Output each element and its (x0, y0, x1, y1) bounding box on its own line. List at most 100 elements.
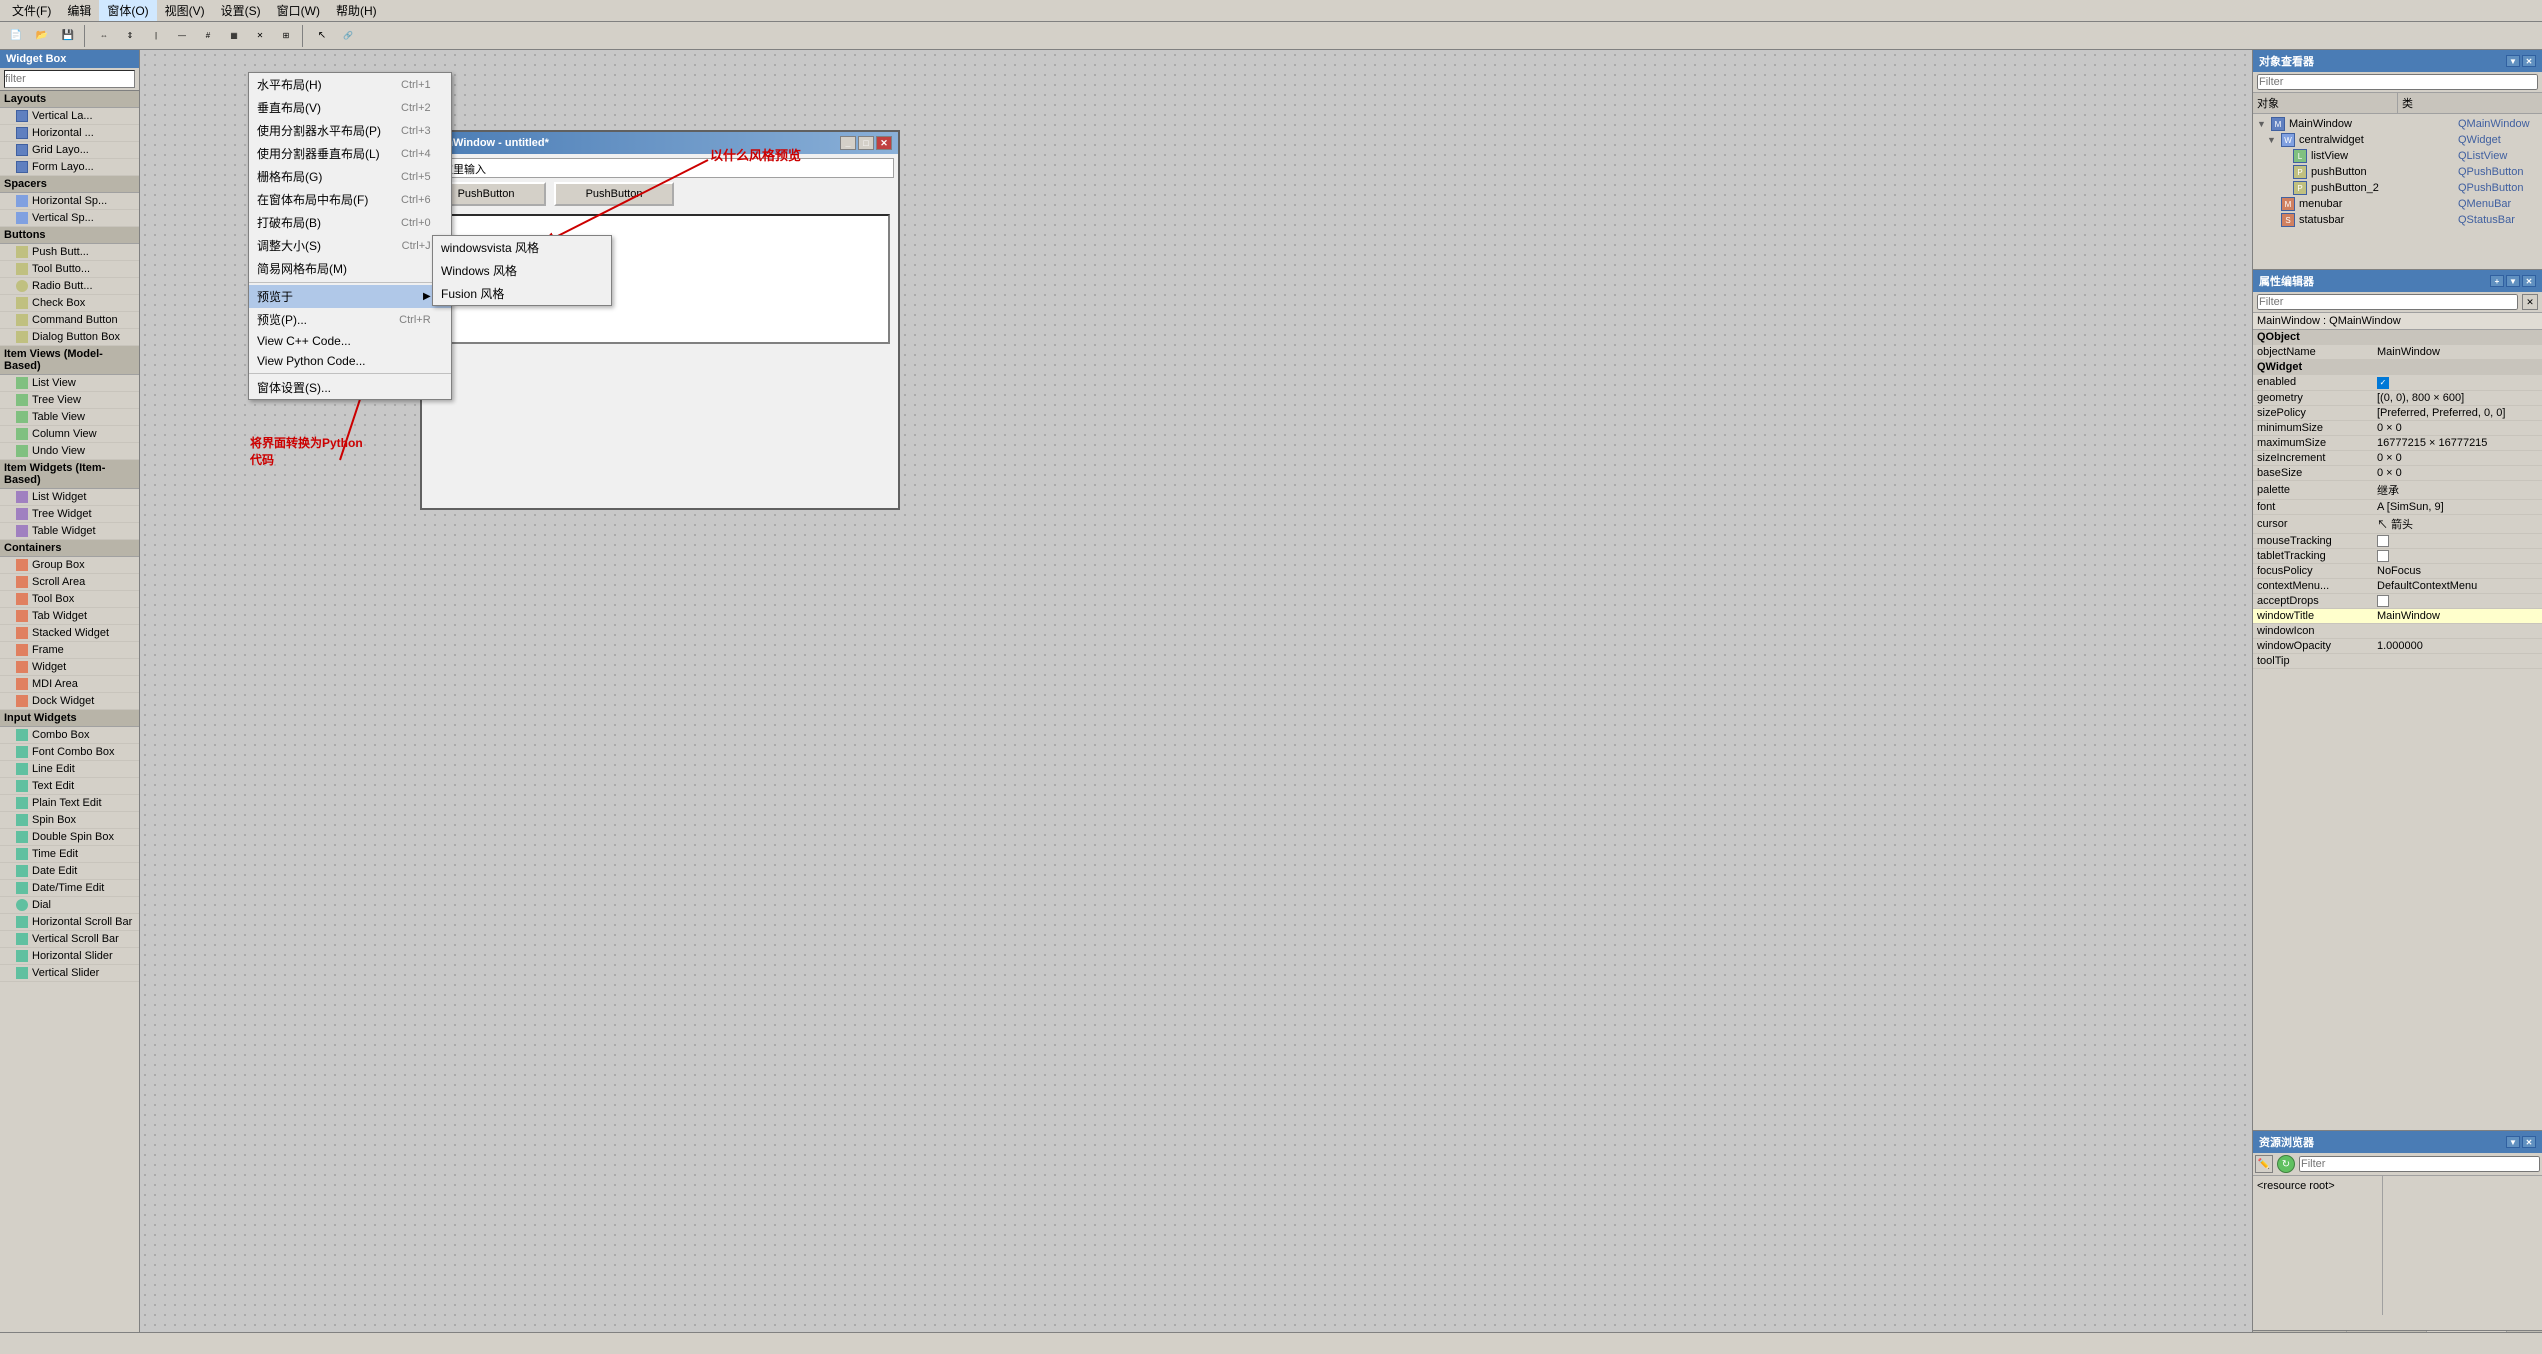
prop-row-objectname[interactable]: objectName MainWindow (2253, 345, 2542, 360)
widget-plain-text-edit[interactable]: Plain Text Edit (0, 795, 139, 812)
toolbar-open[interactable]: 📂 (30, 25, 54, 47)
prop-row-focuspolicy[interactable]: focusPolicy NoFocus (2253, 563, 2542, 578)
widget-widget[interactable]: Widget (0, 659, 139, 676)
widget-undo-view[interactable]: Undo View (0, 443, 139, 460)
widget-spin-box[interactable]: Spin Box (0, 812, 139, 829)
widget-frame[interactable]: Frame (0, 642, 139, 659)
win-maximize-btn[interactable]: □ (858, 136, 874, 150)
mousetracking-check[interactable] (2377, 535, 2389, 547)
submenu-fusion[interactable]: Fusion 风格 (433, 282, 611, 305)
prop-row-minsize[interactable]: minimumSize 0 × 0 (2253, 420, 2542, 435)
tablettracking-check[interactable] (2377, 550, 2389, 562)
widget-tree-widget[interactable]: Tree Widget (0, 506, 139, 523)
prop-row-mousetracking[interactable]: mouseTracking (2253, 533, 2542, 548)
enabled-checkbox[interactable]: ✓ (2377, 377, 2389, 389)
toolbar-break-layout[interactable]: ✕ (248, 25, 272, 47)
widget-form-layout[interactable]: Form Layo... (0, 159, 139, 176)
toolbar-pointer[interactable]: ↖ (310, 25, 334, 47)
toolbar-layout-form[interactable]: ▦ (222, 25, 246, 47)
widget-table-view[interactable]: Table View (0, 409, 139, 426)
widget-h-spacer[interactable]: Horizontal Sp... (0, 193, 139, 210)
widget-dial[interactable]: Dial (0, 897, 139, 914)
widget-tool-box[interactable]: Tool Box (0, 591, 139, 608)
toolbar-save[interactable]: 💾 (56, 25, 80, 47)
widget-time-edit[interactable]: Time Edit (0, 846, 139, 863)
prop-row-cursor[interactable]: cursor ↖ 箭头 (2253, 514, 2542, 533)
toolbar-layout-split-h[interactable]: | (144, 25, 168, 47)
obj-inspector-float-btn[interactable]: ▼ (2506, 55, 2520, 67)
prop-row-sizeincrement[interactable]: sizeIncrement 0 × 0 (2253, 450, 2542, 465)
widget-v-spacer[interactable]: Vertical Sp... (0, 210, 139, 227)
widget-double-spin-box[interactable]: Double Spin Box (0, 829, 139, 846)
menu-item-form-layout[interactable]: 在窗体布局中布局(F) Ctrl+6 (249, 188, 451, 211)
toolbar-layout-v[interactable]: ⇕ (118, 25, 142, 47)
resource-refresh-btn[interactable]: ↻ (2277, 1155, 2295, 1173)
menu-item-view-python[interactable]: View Python Code... (249, 351, 451, 371)
menu-file[interactable]: 文件(F) (4, 0, 59, 21)
toolbar-connect[interactable]: 🔗 (336, 25, 360, 47)
widget-font-combo-box[interactable]: Font Combo Box (0, 744, 139, 761)
tree-row-menubar[interactable]: M menubar QMenuBar (2255, 196, 2540, 212)
widget-list-widget[interactable]: List Widget (0, 489, 139, 506)
prop-editor-close-btn[interactable]: ✕ (2522, 275, 2536, 287)
prop-row-contextmenu[interactable]: contextMenu... DefaultContextMenu (2253, 578, 2542, 593)
menu-item-h-layout[interactable]: 水平布局(H) Ctrl+1 (249, 73, 451, 96)
canvas-area[interactable]: MainWindow - untitled* _ □ ✕ 在这里输入 PushB… (140, 50, 2252, 1354)
widget-group-box[interactable]: Group Box (0, 557, 139, 574)
widget-filter-input[interactable] (4, 70, 135, 88)
prop-filter-input[interactable] (2257, 294, 2518, 310)
widget-h-scrollbar[interactable]: Horizontal Scroll Bar (0, 914, 139, 931)
object-filter-input[interactable] (2257, 74, 2538, 90)
prop-row-tooltip[interactable]: toolTip (2253, 653, 2542, 668)
tree-row-mainwindow[interactable]: ▼ M MainWindow QMainWindow (2255, 116, 2540, 132)
toolbar-new[interactable]: 📄 (4, 25, 28, 47)
toolbar-adjust-size[interactable]: ⊞ (274, 25, 298, 47)
prop-row-basesize[interactable]: baseSize 0 × 0 (2253, 465, 2542, 480)
widget-tab-widget[interactable]: Tab Widget (0, 608, 139, 625)
menu-item-simple-grid[interactable]: 简易网格布局(M) (249, 257, 451, 280)
resource-filter-input[interactable] (2299, 1156, 2540, 1172)
tree-row-listview[interactable]: L listView QListView (2255, 148, 2540, 164)
menu-view[interactable]: 视图(V) (157, 0, 213, 21)
prop-row-sizepolicy[interactable]: sizePolicy [Preferred, Preferred, 0, 0] (2253, 405, 2542, 420)
push-button-2[interactable]: PushButton (554, 182, 674, 206)
prop-row-geometry[interactable]: geometry [(0, 0), 800 × 600] (2253, 390, 2542, 405)
prop-row-palette[interactable]: palette 继承 (2253, 480, 2542, 499)
prop-editor-plus-btn[interactable]: + (2490, 275, 2504, 287)
widget-stacked-widget[interactable]: Stacked Widget (0, 625, 139, 642)
tree-row-statusbar[interactable]: S statusbar QStatusBar (2255, 212, 2540, 228)
toolbar-layout-grid[interactable]: # (196, 25, 220, 47)
widget-dock-widget[interactable]: Dock Widget (0, 693, 139, 710)
tree-row-centralwidget[interactable]: ▼ W centralwidget QWidget (2255, 132, 2540, 148)
main-window-widget[interactable]: MainWindow - untitled* _ □ ✕ 在这里输入 PushB… (420, 130, 900, 510)
menu-item-adjust-size[interactable]: 调整大小(S) Ctrl+J (249, 234, 451, 257)
win-close-btn[interactable]: ✕ (876, 136, 892, 150)
win-minimize-btn[interactable]: _ (840, 136, 856, 150)
widget-push-button[interactable]: Push Butt... (0, 244, 139, 261)
menu-item-v-layout[interactable]: 垂直布局(V) Ctrl+2 (249, 96, 451, 119)
widget-mdi-area[interactable]: MDI Area (0, 676, 139, 693)
resource-close-btn[interactable]: ✕ (2522, 1136, 2536, 1148)
widget-table-widget[interactable]: Table Widget (0, 523, 139, 540)
widget-combo-box[interactable]: Combo Box (0, 727, 139, 744)
widget-horizontal-layout[interactable]: Horizontal ... (0, 125, 139, 142)
tree-row-pushbutton2[interactable]: P pushButton_2 QPushButton (2255, 180, 2540, 196)
resource-float-btn[interactable]: ▼ (2506, 1136, 2520, 1148)
menu-item-preview-style[interactable]: 预览于 ▶ (249, 285, 451, 308)
widget-v-slider[interactable]: Vertical Slider (0, 965, 139, 982)
menu-item-break-layout[interactable]: 打破布局(B) Ctrl+0 (249, 211, 451, 234)
prop-row-windowicon[interactable]: windowIcon (2253, 623, 2542, 638)
prop-row-windowtitle[interactable]: windowTitle MainWindow (2253, 608, 2542, 623)
prop-row-tablettracking[interactable]: tabletTracking (2253, 548, 2542, 563)
prop-row-maxsize[interactable]: maximumSize 16777215 × 16777215 (2253, 435, 2542, 450)
widget-date-edit[interactable]: Date Edit (0, 863, 139, 880)
toolbar-layout-h[interactable]: ⇔ (92, 25, 116, 47)
menu-help[interactable]: 帮助(H) (328, 0, 385, 21)
widget-tree-view[interactable]: Tree View (0, 392, 139, 409)
prop-row-enabled[interactable]: enabled ✓ (2253, 375, 2542, 391)
widget-datetime-edit[interactable]: Date/Time Edit (0, 880, 139, 897)
acceptdrops-check[interactable] (2377, 595, 2389, 607)
obj-inspector-close-btn[interactable]: ✕ (2522, 55, 2536, 67)
widget-check-box[interactable]: Check Box (0, 295, 139, 312)
widget-radio-button[interactable]: Radio Butt... (0, 278, 139, 295)
